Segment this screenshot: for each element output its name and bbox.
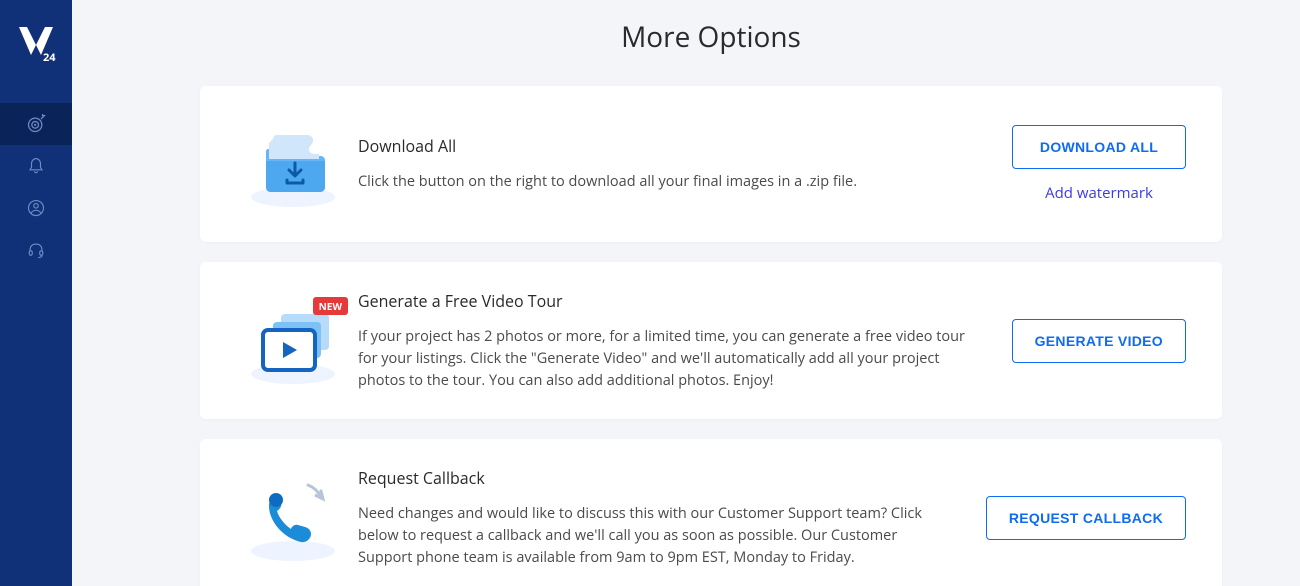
video-description: If your project has 2 photos or more, fo… [358,326,972,391]
headset-icon [27,241,45,259]
callback-illustration [228,468,358,568]
video-illustration: NEW [228,291,358,391]
sidebar: 24 [0,0,72,586]
add-watermark-link[interactable]: Add watermark [1045,183,1153,203]
callback-title: Request Callback [358,467,946,489]
callback-actions: REQUEST CALLBACK [986,496,1186,540]
target-icon [26,114,46,134]
new-badge: NEW [313,297,348,315]
download-description: Click the button on the right to downloa… [358,171,972,193]
logo: 24 [12,20,60,68]
svg-text:24: 24 [43,50,56,65]
download-title: Download All [358,135,972,157]
page-title: More Options [200,18,1222,56]
request-callback-button[interactable]: REQUEST CALLBACK [986,496,1186,540]
sidebar-item-account[interactable] [0,187,72,229]
download-actions: DOWNLOAD ALL Add watermark [1012,125,1186,203]
callback-content: Request Callback Need changes and would … [358,467,986,568]
download-illustration [228,114,358,214]
phone-callback-icon [243,473,343,563]
generate-video-button[interactable]: GENERATE VIDEO [1012,319,1186,363]
sidebar-item-notifications[interactable] [0,145,72,187]
request-callback-card: Request Callback Need changes and would … [200,439,1222,586]
callback-description: Need changes and would like to discuss t… [358,503,946,568]
generate-video-card: NEW Generate a Free Video Tour If your p… [200,262,1222,419]
main-content: More Options Download All Click the butt… [72,0,1300,586]
download-content: Download All Click the button on the rig… [358,135,1012,193]
logo-icon: 24 [13,21,59,67]
video-title: Generate a Free Video Tour [358,290,972,312]
sidebar-item-target[interactable] [0,103,72,145]
download-all-button[interactable]: DOWNLOAD ALL [1012,125,1186,169]
folder-download-icon [243,119,343,209]
bell-icon [27,157,45,175]
download-all-card: Download All Click the button on the rig… [200,86,1222,242]
user-circle-icon [27,199,45,217]
video-content: Generate a Free Video Tour If your proje… [358,290,1012,391]
video-actions: GENERATE VIDEO [1012,319,1186,363]
sidebar-item-support[interactable] [0,229,72,271]
